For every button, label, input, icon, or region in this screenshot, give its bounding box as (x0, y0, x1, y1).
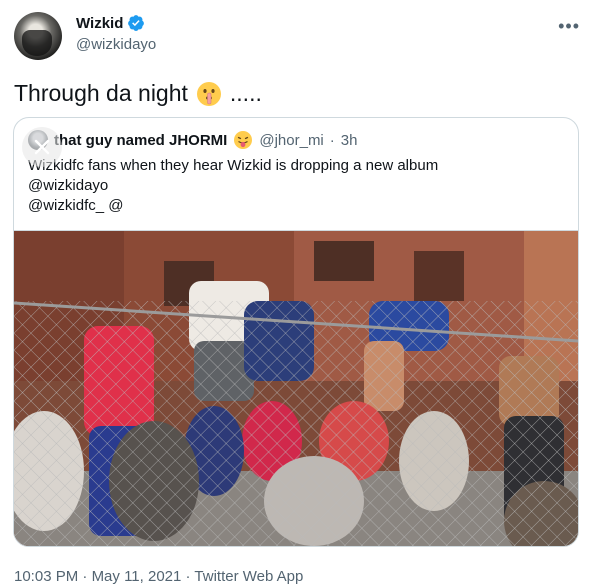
close-icon[interactable] (22, 127, 62, 167)
quoted-tweet-text: Wizkidfc fans when they hear Wizkid is d… (28, 156, 438, 216)
quoted-tweet-header: that guy named JHORMI @jhor_mi · 3h (28, 130, 357, 150)
quoted-author-name: that guy named JHORMI (54, 131, 228, 149)
author-avatar[interactable] (14, 12, 62, 60)
footer-separator: · (185, 568, 191, 585)
quoted-text-line: @wizkidayo (28, 177, 109, 194)
tweet-footer: 10:03 PM · May 11, 2021 · Twitter Web Ap… (14, 568, 303, 585)
author-display-name[interactable]: Wizkid (76, 15, 123, 32)
quoted-separator: · (329, 131, 335, 149)
verified-badge-icon (128, 15, 145, 31)
footer-separator: · (82, 568, 88, 585)
tweet-text-main: Through da night (14, 80, 188, 106)
crowd-fence-photo (14, 231, 578, 546)
tweet-time[interactable]: 10:03 PM (14, 568, 78, 585)
more-options-icon[interactable]: ••• (558, 16, 580, 37)
tongue-out-face-emoji-icon (234, 131, 253, 149)
tweet-text-trailing: ..... (229, 80, 262, 106)
quoted-text-line: Wizkidfc fans when they hear Wizkid is d… (28, 157, 439, 174)
shushing-face-emoji-icon (196, 81, 221, 106)
tweet-date[interactable]: May 11, 2021 (92, 568, 182, 585)
quoted-author-handle: @jhor_mi (259, 131, 324, 149)
quoted-tweet[interactable]: that guy named JHORMI @jhor_mi · 3h Wizk… (13, 117, 579, 547)
quoted-text-line: @wizkidfc_ @ (28, 197, 124, 214)
tweet-source[interactable]: Twitter Web App (194, 568, 303, 585)
tweet-text: Through da night ..... (14, 80, 262, 107)
author-name-row[interactable]: Wizkid (76, 14, 145, 32)
author-handle[interactable]: @wizkidayo (76, 36, 156, 53)
quoted-tweet-photo[interactable] (14, 230, 578, 546)
quoted-time: 3h (340, 131, 358, 149)
